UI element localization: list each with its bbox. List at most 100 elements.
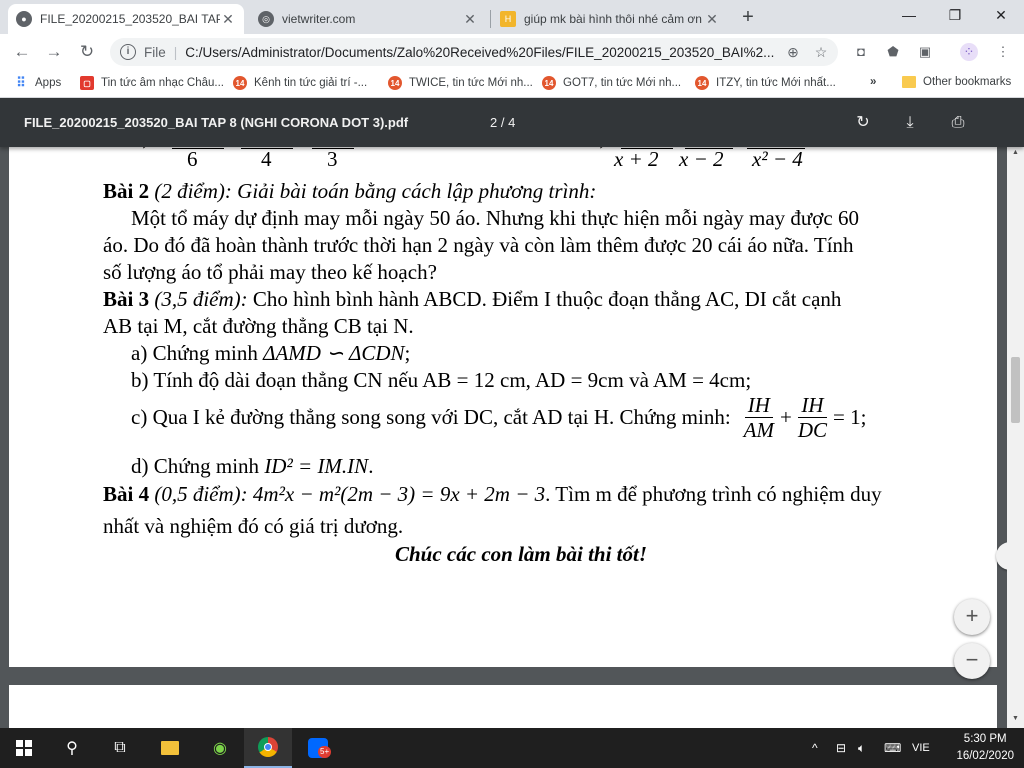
- fraction-ih-am: IH AM: [741, 393, 777, 442]
- file-explorer-icon[interactable]: [146, 728, 194, 768]
- zoom-icon[interactable]: ⊕: [782, 44, 804, 61]
- notification-badge: 5+: [318, 746, 332, 758]
- news-14-icon: 14: [542, 76, 556, 90]
- tab-vietwriter[interactable]: ◎ vietwriter.com ✕: [250, 4, 486, 34]
- tab-pdf-file[interactable]: ● FILE_20200215_203520_BAI TAP 8 (N ✕: [8, 4, 244, 34]
- profile-avatar-icon[interactable]: ⁘: [960, 43, 978, 61]
- pdf-next-page: [9, 685, 997, 728]
- bookmark-item-3[interactable]: 14 TWICE, tin tức Mới nh...: [388, 76, 533, 90]
- volume-icon[interactable]: 🔈︎: [858, 728, 865, 768]
- scrollbar-thumb[interactable]: [1011, 357, 1020, 423]
- bookmark-item-2[interactable]: 14 Kênh tin tức giải trí -...: [233, 76, 367, 90]
- part-text: d) Chứng minh: [131, 454, 260, 478]
- close-tab-icon[interactable]: ✕: [462, 11, 478, 28]
- shield-extension-icon[interactable]: ⬟: [884, 43, 902, 61]
- system-clock[interactable]: 5:30 PM 16/02/2020: [956, 731, 1014, 765]
- exercise-label: Bài 2: [103, 179, 150, 203]
- exercise-text: . Tìm m để phương trình có nghiệm duy: [545, 482, 882, 506]
- url-text[interactable]: C:/Users/Administrator/Documents/Zalo%20…: [185, 45, 782, 60]
- address-bar[interactable]: i File | C:/Users/Administrator/Document…: [110, 38, 838, 66]
- apps-grid-icon: ⠿: [16, 75, 26, 90]
- close-tab-icon[interactable]: ✕: [704, 11, 720, 28]
- globe-icon: ◎: [258, 11, 274, 27]
- bookmark-label: TWICE, tin tức Mới nh...: [409, 77, 533, 89]
- tab-title: giúp mk bài hình thôi nhé cảm ơn n: [524, 12, 704, 26]
- music-site-icon: ▢: [80, 76, 94, 90]
- tab-title: FILE_20200215_203520_BAI TAP 8 (N: [40, 12, 220, 26]
- bookmark-star-icon[interactable]: ☆: [810, 44, 832, 61]
- bookmark-item-5[interactable]: 14 ITZY, tin tức Mới nhất...: [695, 76, 836, 90]
- chrome-icon[interactable]: [244, 728, 292, 768]
- equals-sign: =: [299, 147, 311, 152]
- item-c-label: c): [133, 147, 149, 150]
- bookmark-item-4[interactable]: 14 GOT7, tin tức Mới nh...: [542, 76, 681, 90]
- bai4-heading: Bài 4 (0,5 điểm): 4m²x − m²(2m − 3) = 9x…: [103, 482, 882, 507]
- windows-start-icon[interactable]: [0, 728, 48, 768]
- scroll-down-arrow-icon[interactable]: ▼: [1007, 715, 1024, 722]
- news-14-icon: 14: [233, 76, 247, 90]
- rotate-icon[interactable]: ↻: [852, 112, 874, 134]
- hoc24-icon: H: [500, 11, 516, 27]
- bookmark-item-1[interactable]: ▢ Tin tức âm nhạc Châu...: [80, 76, 224, 90]
- network-icon[interactable]: ⊟: [836, 728, 846, 768]
- bai2-text-line: Một tổ máy dự định may mỗi ngày 50 áo. N…: [131, 206, 859, 230]
- pdf-viewport[interactable]: c) 6 + 4 = 3 +1 d) x + 2 − x − 2 = x² − …: [0, 147, 1024, 728]
- close-window-icon[interactable]: ✕: [978, 0, 1024, 30]
- zoom-in-button[interactable]: +: [954, 599, 990, 635]
- folder-icon: [902, 76, 916, 88]
- coccoc-browser-icon[interactable]: ◉: [196, 728, 244, 768]
- download-icon[interactable]: ⤓: [899, 112, 921, 134]
- item-d-label: d): [589, 147, 607, 150]
- scroll-up-arrow-icon[interactable]: ▲: [1007, 149, 1024, 156]
- close-tab-icon[interactable]: ✕: [220, 11, 236, 28]
- fraction-ih-dc: IH DC: [795, 393, 830, 442]
- denominator: x + 2: [614, 147, 659, 167]
- print-icon[interactable]: ⎙: [947, 112, 969, 134]
- search-icon[interactable]: ⚲: [48, 728, 96, 768]
- bai2-text-line: số lượng áo tổ phải may theo kế hoạch?: [103, 260, 437, 284]
- zoom-out-button[interactable]: −: [954, 643, 990, 679]
- other-bookmarks[interactable]: Other bookmarks: [902, 76, 1011, 88]
- denominator: x − 2: [679, 147, 724, 167]
- exercise-text: Cho hình bình hành ABCD. Điểm I thuộc đo…: [252, 287, 842, 311]
- denominator: AM: [743, 418, 774, 442]
- tab-hoc24[interactable]: H giúp mk bài hình thôi nhé cảm ơn n ✕: [492, 4, 728, 34]
- punctuation: .: [368, 454, 374, 478]
- denominator: 3: [327, 147, 338, 167]
- numerator: IH: [798, 393, 827, 418]
- camera-extension-icon[interactable]: ◘: [852, 43, 870, 61]
- info-icon[interactable]: i: [120, 44, 136, 60]
- windows-taskbar: ⚲ ⧉ ◉ 5+ ^ ⊟ 🔈︎ ⌨︎ VIE 5:30 PM 16/02/202…: [0, 728, 1024, 768]
- denominator: x² − 4: [752, 147, 803, 167]
- keyboard-icon[interactable]: ⌨︎: [884, 728, 901, 768]
- clock-time: 5:30 PM: [963, 733, 1007, 745]
- equals-one: = 1;: [833, 405, 867, 429]
- show-hidden-icons-chevron-icon[interactable]: ^: [812, 728, 818, 768]
- input-language[interactable]: VIE: [912, 728, 930, 768]
- bookmark-label: Tin tức âm nhạc Châu...: [101, 77, 224, 89]
- bookmark-apps[interactable]: ⠿ Apps: [14, 75, 61, 90]
- bai3-part-c: c) Qua I kẻ đường thẳng song song với DC…: [131, 393, 866, 442]
- task-view-icon[interactable]: ⧉: [96, 728, 144, 768]
- cast-icon[interactable]: ▣: [916, 43, 934, 61]
- vertical-scrollbar[interactable]: ▲ ▼: [1007, 147, 1024, 728]
- exercise-points: (2 điểm):: [154, 179, 232, 203]
- bai3-part-a: a) Chứng minh ΔAMD ∽ ΔCDN;: [131, 341, 410, 366]
- zalo-icon[interactable]: 5+: [294, 728, 342, 768]
- part-text: c) Qua I kẻ đường thẳng song song với DC…: [131, 405, 731, 429]
- restore-icon[interactable]: ❐: [932, 0, 978, 30]
- pdf-title: FILE_20200215_203520_BAI TAP 8 (NGHI COR…: [24, 115, 409, 130]
- back-icon[interactable]: ←: [10, 40, 34, 64]
- plus-one: +1: [357, 147, 379, 152]
- news-14-icon: 14: [695, 76, 709, 90]
- bai4-text-line: nhất và nghiệm đó có giá trị dương.: [103, 514, 404, 538]
- menu-kebab-icon[interactable]: ⋮: [994, 43, 1012, 61]
- partial-equation-row: c) 6 + 4 = 3 +1 d) x + 2 − x − 2 = x² − …: [9, 147, 997, 167]
- bai3-text-line: AB tại M, cắt đường thẳng CB tại N.: [103, 314, 414, 338]
- minimize-icon[interactable]: —: [886, 0, 932, 30]
- reload-icon[interactable]: ↻: [75, 40, 99, 64]
- page-indicator[interactable]: 2 / 4: [490, 115, 515, 130]
- more-bookmarks-chevron-icon[interactable]: »: [870, 76, 876, 88]
- forward-icon[interactable]: →: [42, 40, 66, 64]
- new-tab-icon[interactable]: +: [735, 6, 761, 29]
